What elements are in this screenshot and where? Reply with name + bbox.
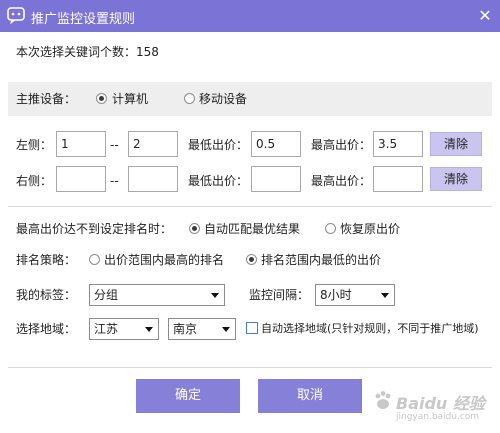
left-min-price-label: 最低出价： (188, 138, 249, 152)
left-clear-button[interactable]: 清除 (430, 132, 482, 156)
window-title: 推广监控设置规则 (31, 12, 136, 27)
watermark-text: Baidu 经验 (396, 394, 485, 413)
divider (8, 206, 492, 207)
device-option-mobile[interactable]: 移动设备 (199, 91, 247, 107)
interval-select-value: 8小时 (320, 288, 352, 302)
fallback-radio-auto[interactable] (189, 223, 200, 234)
strategy-option-lowest-bid[interactable]: 排名范围内最低的出价 (261, 252, 381, 268)
tag-select-value: 分组 (94, 288, 119, 302)
right-range-from-input[interactable] (56, 166, 106, 192)
confirm-button[interactable]: 确定 (136, 379, 240, 413)
right-min-price-input[interactable] (251, 166, 301, 192)
device-radio-mobile[interactable] (184, 93, 195, 104)
left-max-price-input[interactable] (373, 131, 423, 157)
device-label: 主推设备： (16, 92, 77, 106)
auto-region-label[interactable]: 自动选择地域(只针对规则，不同于推广地域) (261, 321, 479, 337)
device-option-computer[interactable]: 计算机 (112, 91, 148, 107)
left-label: 左侧： (16, 138, 53, 152)
right-range-to-input[interactable] (128, 166, 178, 192)
chat-bubble-icon (7, 7, 25, 24)
interval-label: 监控间隔： (249, 288, 310, 302)
left-range-to-input[interactable] (128, 131, 178, 157)
province-select[interactable]: 江苏 (89, 318, 159, 340)
right-label: 右侧： (16, 174, 53, 188)
left-range-from-input[interactable] (56, 131, 106, 157)
region-label: 选择地域： (16, 322, 77, 336)
title-bar: 推广监控设置规则 ✕ (0, 0, 500, 32)
right-max-price-input[interactable] (373, 166, 423, 192)
strategy-label: 排名策略： (16, 253, 77, 267)
watermark-url: jingyan.baidu.com (396, 412, 480, 422)
fallback-option-restore[interactable]: 恢复原出价 (340, 221, 400, 237)
left-range-separator: -- (110, 138, 119, 152)
divider (8, 367, 492, 368)
cancel-button[interactable]: 取消 (258, 379, 362, 413)
watermark: Baidu 经验 jingyan.baidu.com (370, 384, 494, 428)
auto-region-checkbox[interactable] (246, 322, 258, 334)
fallback-radio-restore[interactable] (325, 223, 336, 234)
fallback-option-auto[interactable]: 自动匹配最优结果 (204, 221, 300, 237)
city-select[interactable]: 南京 (168, 318, 236, 340)
chevron-down-icon (222, 327, 230, 332)
chevron-down-icon (381, 293, 389, 298)
left-max-price-label: 最高出价： (311, 138, 372, 152)
strategy-radio-highest-rank[interactable] (89, 254, 100, 265)
strategy-radio-lowest-bid[interactable] (246, 254, 257, 265)
province-select-value: 江苏 (94, 322, 119, 336)
left-min-price-input[interactable] (251, 131, 301, 157)
right-min-price-label: 最低出价： (188, 174, 249, 188)
right-clear-button[interactable]: 清除 (430, 167, 482, 191)
chevron-down-icon (145, 327, 153, 332)
city-select-value: 南京 (173, 322, 198, 336)
right-range-separator: -- (110, 174, 119, 188)
keyword-count-text: 本次选择关键词个数：158 (16, 45, 159, 59)
fallback-label: 最高出价达不到设定排名时： (16, 222, 173, 236)
right-max-price-label: 最高出价： (311, 174, 372, 188)
interval-select[interactable]: 8小时 (315, 284, 395, 306)
strategy-option-highest-rank[interactable]: 出价范围内最高的排名 (104, 252, 224, 268)
tag-select[interactable]: 分组 (89, 284, 225, 306)
device-radio-computer[interactable] (96, 93, 107, 104)
device-band (8, 82, 492, 116)
tag-label: 我的标签： (16, 288, 77, 302)
paw-icon (375, 391, 391, 409)
close-icon[interactable]: ✕ (476, 7, 494, 25)
chevron-down-icon (211, 293, 219, 298)
